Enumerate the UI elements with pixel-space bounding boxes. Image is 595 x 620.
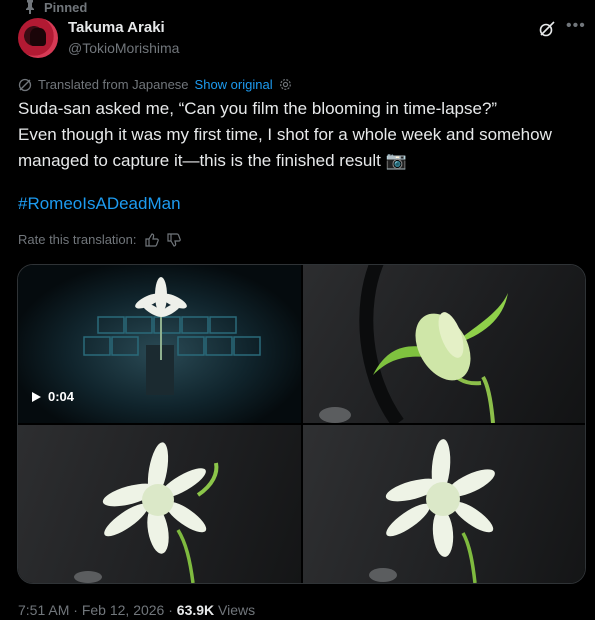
bloom-image-2 [369, 439, 495, 583]
post-line: managed to capture it—this is the finish… [18, 151, 407, 170]
post-line: Even though it was my first time, I shot… [18, 125, 552, 144]
post-line: Suda-san asked me, “Can you film the blo… [18, 99, 498, 118]
meta-separator: · [164, 602, 177, 618]
thumbs-down-icon[interactable] [166, 232, 181, 247]
pinned-text: Pinned [44, 0, 88, 15]
meta-separator: · [69, 602, 82, 618]
post-time[interactable]: 7:51 AM [18, 602, 69, 618]
show-original-link[interactable]: Show original [195, 77, 273, 92]
video-duration-badge: 0:04 [30, 389, 74, 404]
video-thumbnail[interactable]: 0:04 [18, 265, 301, 423]
translate-icon [18, 78, 32, 91]
bud-image [319, 265, 508, 423]
photo-bud[interactable] [303, 265, 585, 423]
hashtag-link[interactable]: #RomeoIsADeadMan [18, 194, 181, 214]
settings-icon[interactable] [279, 78, 292, 91]
thumbs-up-icon[interactable] [144, 232, 159, 247]
translation-notice: Translated from Japanese Show original [18, 77, 292, 92]
avatar[interactable] [18, 18, 58, 58]
post-date[interactable]: Feb 12, 2026 [82, 602, 165, 618]
bloom-image-1 [74, 442, 219, 583]
author-name[interactable]: Takuma Araki [68, 19, 165, 36]
author-handle[interactable]: @TokioMorishima [68, 40, 179, 56]
views-count: 63.9K [176, 602, 215, 618]
post-meta: 7:51 AM · Feb 12, 2026 · 63.9K Views [18, 602, 255, 618]
photo-bloom-1[interactable] [18, 425, 301, 583]
grok-icon[interactable] [538, 20, 556, 38]
post-text: Suda-san asked me, “Can you film the blo… [18, 96, 578, 174]
translated-label: Translated from Japanese [38, 77, 189, 92]
more-icon[interactable]: ••• [566, 17, 586, 35]
video-duration: 0:04 [48, 389, 75, 404]
rate-label: Rate this translation: [18, 232, 137, 247]
play-icon[interactable] [30, 391, 42, 403]
media-grid: 0:04 [17, 264, 586, 584]
rate-translation: Rate this translation: [18, 232, 181, 247]
photo-bloom-2[interactable] [303, 425, 585, 583]
pin-icon [26, 0, 34, 14]
views-label: Views [214, 602, 256, 618]
pinned-label: Pinned [26, 0, 88, 15]
